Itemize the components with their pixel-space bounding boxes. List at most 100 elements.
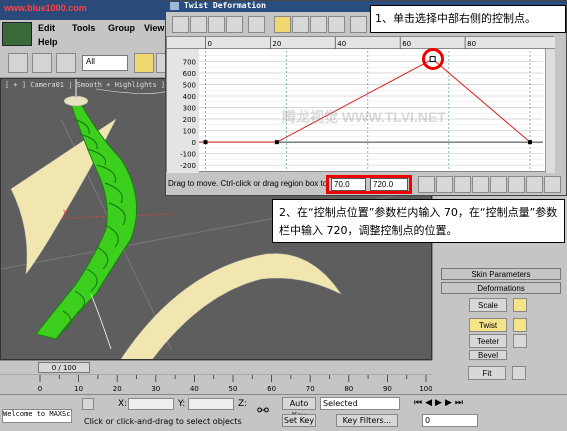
maxscript-listener[interactable]: Welcome to MAXScript.: [2, 409, 72, 423]
rollout-deformations[interactable]: Deformations: [441, 282, 561, 294]
track-tick-label: 80: [344, 385, 353, 393]
track-tick-label: 40: [190, 385, 199, 393]
deformations-label: Deformations: [477, 284, 525, 293]
ruler-tick-label: 0: [207, 40, 211, 48]
watermark-url: www.blue1000.com: [4, 3, 87, 13]
set-key-label: Set Key: [283, 416, 315, 425]
set-key-button[interactable]: Set Key: [282, 414, 316, 427]
frame-label: 0 / 100: [51, 364, 77, 372]
time-slider[interactable]: 0 / 100: [0, 360, 432, 374]
zoom-horizontal-extents-icon[interactable]: [454, 176, 471, 193]
y-tick-label: -200: [180, 162, 196, 170]
fit-toggle-icon[interactable]: [512, 366, 526, 380]
twist-toggle-icon[interactable]: [513, 318, 527, 332]
rollout-skin-parameters[interactable]: Skin Parameters: [441, 268, 561, 280]
y-label: Y:: [178, 399, 186, 409]
control-point-amount-field[interactable]: 720.0: [370, 178, 408, 191]
y-tick-label: 0: [192, 139, 196, 147]
control-point: [203, 140, 208, 145]
track-tick-label: 30: [151, 385, 160, 393]
callout-step-1-text: 1、单击选择中部右侧的控制点。: [375, 12, 536, 25]
menu-help[interactable]: Help: [38, 37, 58, 47]
bind-space-warp-icon[interactable]: [56, 53, 76, 73]
scale-button[interactable]: Scale: [469, 298, 507, 312]
move-control-point-icon[interactable]: [274, 16, 291, 33]
zoom-region-icon[interactable]: [544, 176, 561, 193]
key-mode-dropdown[interactable]: Selected: [320, 397, 400, 410]
menu-edit[interactable]: Edit: [38, 23, 55, 33]
zoom-icon[interactable]: [526, 176, 543, 193]
welcome-text: Welcome to MAXScript.: [3, 410, 71, 418]
y-tick-label: 100: [183, 128, 196, 136]
display-xy-axes-icon[interactable]: [226, 16, 243, 33]
y-tick-label: -100: [180, 151, 196, 159]
prompt-text: Click or click-and-drag to select object…: [84, 417, 242, 426]
x-coordinate-field[interactable]: [128, 398, 174, 410]
lock-selection-icon[interactable]: [82, 398, 94, 410]
reset-curve-icon[interactable]: [350, 16, 367, 33]
scale-toggle-icon[interactable]: [513, 298, 527, 312]
twist-statusbar: Drag to move. Ctrl-click or drag region …: [166, 175, 566, 195]
track-tick-label: 90: [383, 385, 392, 393]
select-object-icon[interactable]: [134, 53, 154, 73]
key-icon[interactable]: ⚯: [250, 403, 276, 421]
x-label: X:: [118, 399, 128, 409]
track-bar[interactable]: 0 10 20 30 40 50 60 70 80 90 100: [0, 374, 433, 394]
callout-step-2: 2、在“控制点位置”参数栏内输入 70，在“控制点量”参数栏中输入 720，调整…: [272, 199, 565, 243]
zoom-vertical-extents-icon[interactable]: [472, 176, 489, 193]
window-icon: [170, 2, 179, 10]
y-coordinate-field[interactable]: [188, 398, 234, 410]
zoom-vertical-icon[interactable]: [508, 176, 525, 193]
scale-control-point-icon[interactable]: [292, 16, 309, 33]
track-tick-label: 20: [113, 385, 122, 393]
fit-button[interactable]: Fit: [468, 366, 506, 380]
status-hint: Drag to move. Ctrl-click or drag region …: [168, 179, 328, 188]
teeter-button[interactable]: Teeter: [469, 334, 507, 348]
axis-y-label: y: [63, 207, 68, 216]
twist-button[interactable]: Twist: [469, 318, 507, 332]
delete-control-point-icon[interactable]: [328, 16, 345, 33]
bevel-button[interactable]: Bevel: [469, 350, 507, 360]
menu-tools[interactable]: Tools: [72, 23, 95, 33]
menu-group[interactable]: Group: [108, 23, 135, 33]
y-tick-label: 400: [183, 93, 196, 101]
scale-label: Scale: [477, 301, 498, 310]
current-frame-field[interactable]: 0: [422, 414, 478, 427]
selection-filter-dropdown[interactable]: All: [82, 55, 128, 71]
playback-controls[interactable]: ⏮◀▶▶⏭: [414, 398, 504, 410]
y-tick-label: 500: [183, 81, 196, 89]
ruler-tick-label: 80: [467, 40, 476, 48]
zoom-horizontal-icon[interactable]: [490, 176, 507, 193]
app-logo-icon: [2, 22, 32, 46]
selection-filter-value: All: [86, 57, 95, 66]
make-symmetrical-icon[interactable]: [172, 16, 189, 33]
insert-corner-point-icon[interactable]: [310, 16, 327, 33]
menu-views[interactable]: View: [144, 23, 164, 33]
deformation-graph[interactable]: 700 600 500 400 300 200 100 0 -100 -200 0 20 40 60 80 …: [166, 36, 555, 173]
swap-curves-icon[interactable]: [248, 16, 265, 33]
status-bar: Welcome to MAXScript. X: Y: Z: Click or …: [0, 394, 567, 431]
pan-icon[interactable]: [418, 176, 435, 193]
ruler-tick-label: 40: [337, 40, 346, 48]
display-x-axis-icon[interactable]: [190, 16, 207, 33]
key-filters-button[interactable]: Key Filters...: [336, 414, 398, 427]
link-icon[interactable]: [8, 53, 28, 73]
nav-controls[interactable]: [512, 398, 564, 428]
ruler-tick-label: 60: [402, 40, 411, 48]
time-slider-thumb[interactable]: 0 / 100: [38, 362, 90, 373]
graph-watermark: 腾龙视觉 WWW.TLVI.NET: [282, 109, 446, 125]
unlink-icon[interactable]: [32, 53, 52, 73]
zoom-extents-icon[interactable]: [436, 176, 453, 193]
track-tick-label: 50: [229, 385, 238, 393]
teeter-toggle-icon[interactable]: [513, 334, 527, 348]
display-y-axis-icon[interactable]: [208, 16, 225, 33]
y-tick-label: 600: [183, 70, 196, 78]
amount-value: 720.0: [373, 180, 394, 189]
control-point-position-field[interactable]: 70.0: [331, 178, 366, 191]
y-tick-label: 700: [183, 58, 196, 66]
deformation-curve-canvas[interactable]: 700 600 500 400 300 200 100 0 -100 -200 0 20 40 60 80: [167, 37, 555, 173]
y-tick-label: 200: [183, 116, 196, 124]
auto-key-button[interactable]: Auto Key: [282, 397, 316, 420]
callout-step-1: 1、单击选择中部右侧的控制点。: [370, 5, 566, 33]
graph-vscroll[interactable]: [545, 49, 555, 173]
